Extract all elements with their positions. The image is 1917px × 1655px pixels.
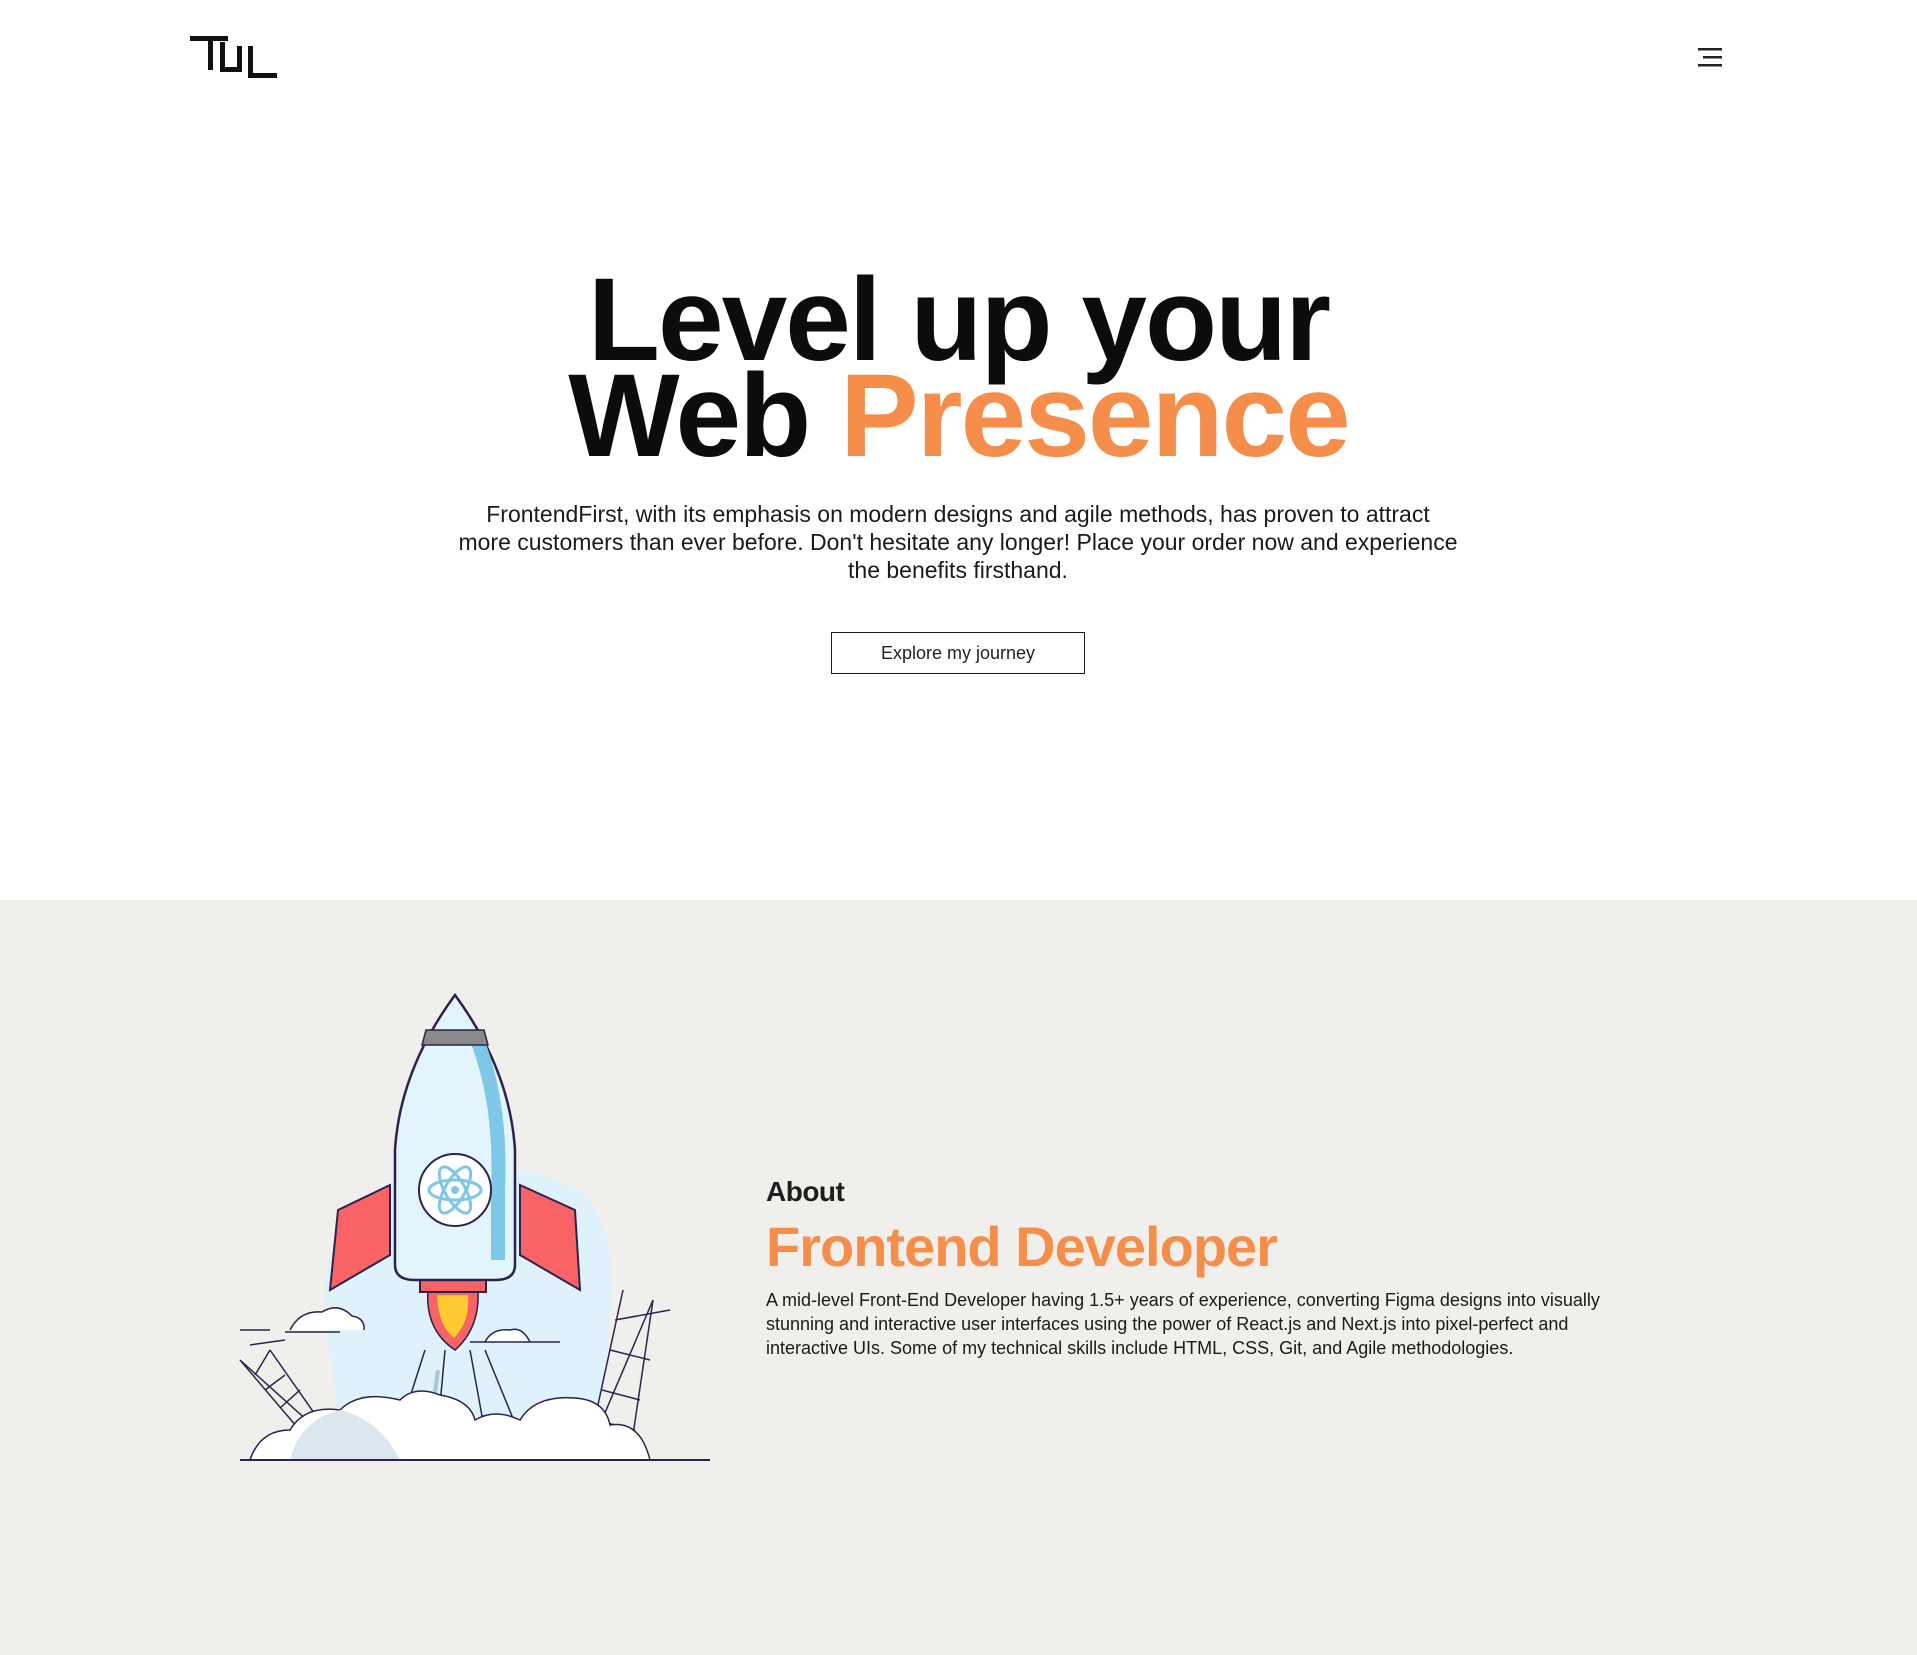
hero-description: FrontendFirst, with its emphasis on mode…: [458, 501, 1458, 583]
hero-title-accent: Presence: [839, 350, 1351, 482]
about-role: Frontend Developer: [766, 1215, 1278, 1278]
hero-section: Level up your Web Presence FrontendFirst…: [0, 120, 1917, 900]
hero-title-plain: Web: [568, 350, 811, 482]
rocket-launch-icon: [239, 992, 710, 1461]
logo[interactable]: [190, 32, 282, 84]
explore-journey-button[interactable]: Explore my journey: [831, 632, 1085, 674]
about-label: About: [766, 1176, 845, 1207]
about-text: About Frontend Developer A mid-level Fro…: [766, 1176, 1646, 1360]
logo-mark-icon: [190, 36, 277, 78]
menu-button[interactable]: [1694, 44, 1728, 72]
rocket-illustration: [230, 990, 730, 1470]
about-description: A mid-level Front-End Developer having 1…: [766, 1290, 1600, 1358]
hamburger-menu-icon: [1698, 48, 1722, 67]
about-section: About Frontend Developer A mid-level Fro…: [0, 900, 1917, 1655]
hero-title: Level up your Web Presence: [0, 261, 1917, 475]
hero-title-line2: Web Presence: [0, 357, 1917, 475]
site-header: [0, 0, 1917, 120]
